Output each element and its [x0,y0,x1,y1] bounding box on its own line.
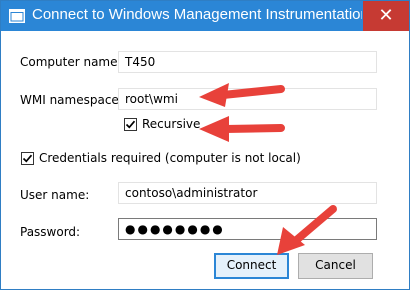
close-icon: ✕ [378,5,394,26]
user-name-field[interactable]: contoso\administrator [118,182,377,204]
recursive-label: Recursive [142,117,201,131]
cancel-button[interactable]: Cancel [298,253,373,279]
computer-name-label: Computer name: [20,55,122,69]
checkmark-icon [22,154,33,163]
annotation-arrow-recursive [199,116,285,142]
user-name-label: User name: [20,188,90,202]
password-field[interactable]: ●●●●●●●● [118,218,377,240]
app-window-icon [9,9,25,23]
credentials-required-label: Credentials required (computer is not lo… [39,151,301,165]
checkmark-icon [125,120,136,129]
window-title: Connect to Windows Management Instrument… [32,6,362,23]
title-bar: Connect to Windows Management Instrument… [1,1,409,31]
connect-button[interactable]: Connect [214,253,289,279]
wmi-namespace-label: WMI namespace: [20,93,123,107]
wmi-namespace-field[interactable]: root\wmi [118,88,377,110]
recursive-checkbox[interactable] [124,118,137,131]
credentials-required-checkbox[interactable] [21,152,34,165]
connect-wmi-dialog: Connect to Windows Management Instrument… [0,0,410,290]
computer-name-field[interactable]: T450 [118,51,377,73]
close-button[interactable]: ✕ [363,1,409,31]
password-label: Password: [20,225,81,239]
